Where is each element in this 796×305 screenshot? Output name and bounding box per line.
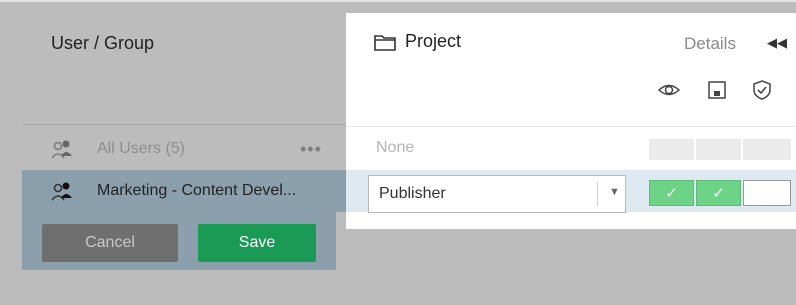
save-disk-icon (708, 81, 726, 99)
user-group-icon (51, 140, 72, 159)
save-button[interactable]: Save (198, 224, 316, 262)
shield-check-icon (753, 80, 771, 100)
list-item-marketing[interactable]: Marketing - Content Devel... (22, 170, 346, 212)
all-users-role: None (376, 139, 415, 156)
user-group-name: Marketing - Content Devel... (97, 182, 297, 199)
cancel-button[interactable]: Cancel (42, 224, 178, 262)
user-group-icon (51, 182, 72, 201)
dropdown-divider (597, 182, 598, 206)
edit-actions-bar: Cancel Save (22, 212, 336, 270)
capability-permissions-toggle[interactable] (743, 180, 791, 206)
capability-view-toggle[interactable]: ✓ (649, 180, 694, 206)
capability-cell-empty (696, 139, 741, 160)
role-dropdown[interactable]: Publisher ▼ (368, 175, 626, 213)
project-title: Project (405, 31, 462, 51)
more-options-icon[interactable]: ••• (300, 139, 322, 160)
details-toggle[interactable]: Details (684, 34, 736, 54)
folder-icon (374, 34, 396, 51)
chevron-down-icon[interactable]: ▼ (609, 186, 620, 198)
capability-save-toggle[interactable]: ✓ (696, 180, 741, 206)
user-group-panel: User / Group All Users (5) ••• Marketing… (0, 0, 346, 305)
role-dropdown-value: Publisher (379, 185, 446, 202)
header-divider (346, 126, 796, 127)
capability-cell-empty (649, 139, 694, 160)
project-permissions-panel: Project Details ◀◀ None Publisher ▼ ✓ ✓ (346, 13, 796, 229)
header-divider (22, 124, 346, 125)
user-group-header: User / Group (51, 33, 155, 53)
eye-icon (658, 84, 680, 96)
user-group-name: All Users (5) (97, 140, 186, 157)
capability-cell-empty (743, 139, 791, 160)
project-heading: Project (374, 31, 461, 52)
double-chevron-left-icon[interactable]: ◀◀ (767, 35, 787, 51)
list-item-all-users[interactable]: All Users (5) ••• (22, 128, 346, 170)
